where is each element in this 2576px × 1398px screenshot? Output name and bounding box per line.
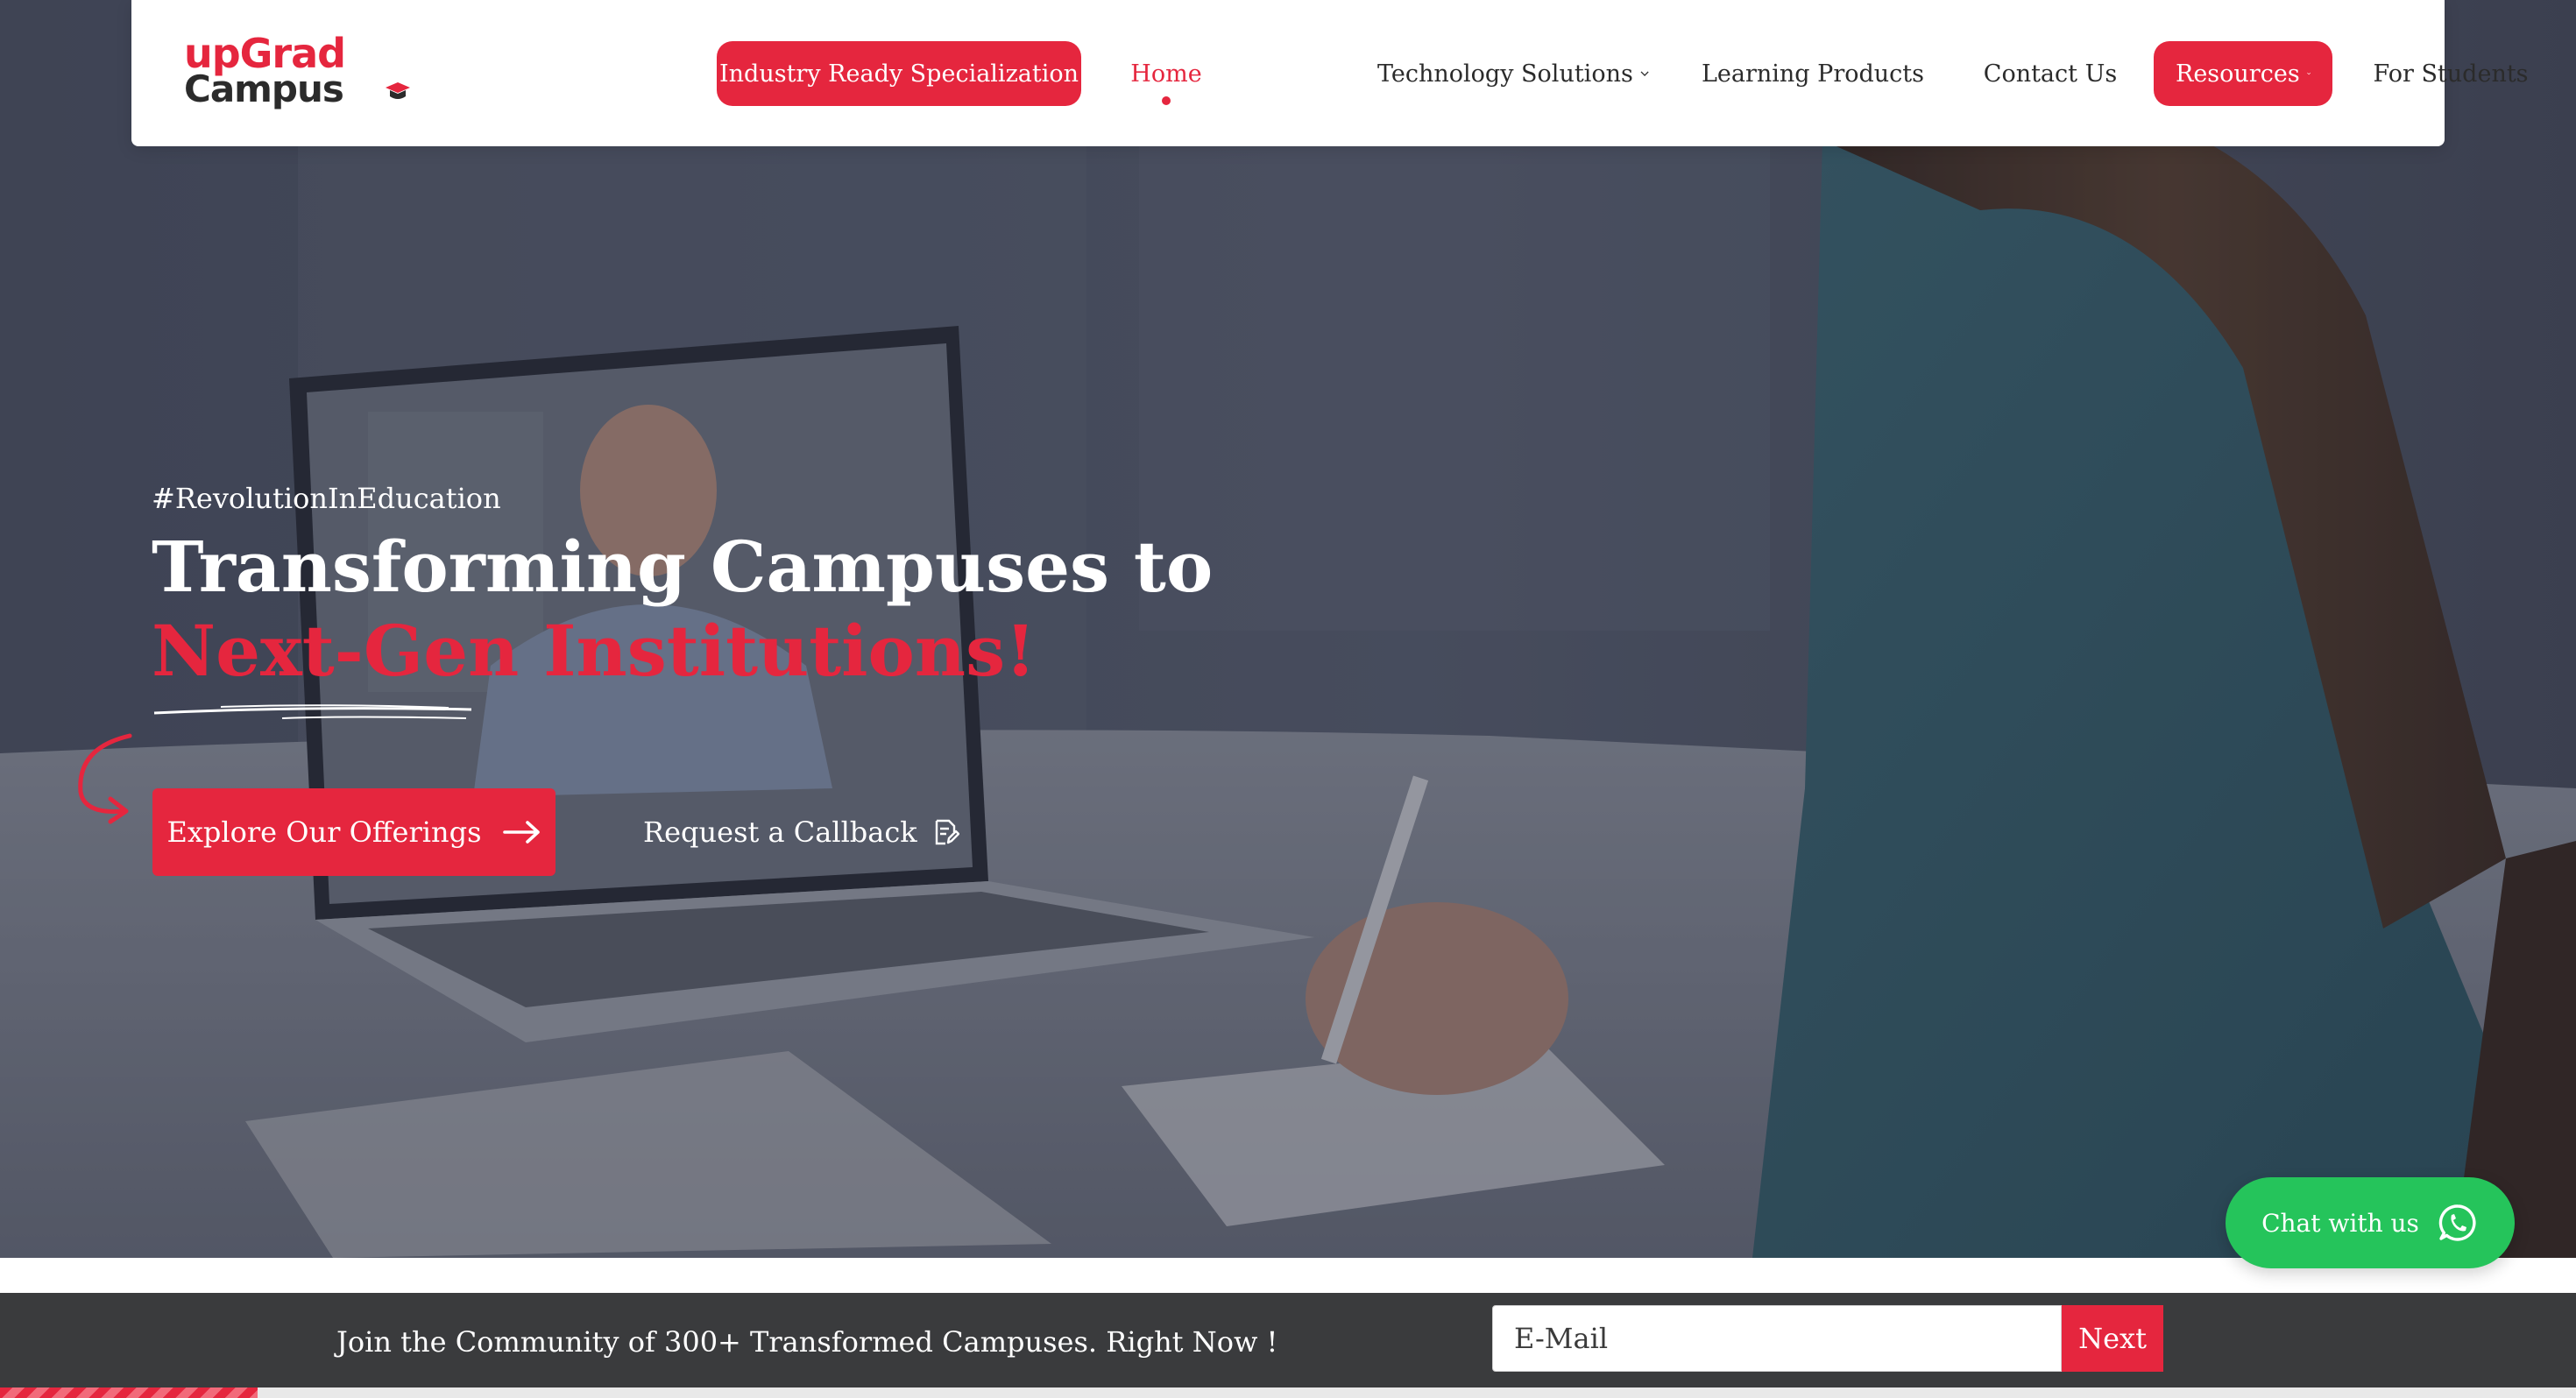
nav-resources[interactable]: Resources [2154,41,2332,106]
button-label: Request a Callback [643,816,917,849]
nav-industry-ready-specialization[interactable]: Industry Ready Specialization [717,41,1081,106]
title-underline-decoration [153,704,472,719]
nav-contact-us[interactable]: Contact Us [1978,42,2122,105]
next-button[interactable]: Next [2062,1305,2163,1372]
explore-offerings-button[interactable]: Explore Our Offerings [152,788,556,876]
request-callback-button[interactable]: Request a Callback [643,806,959,858]
edit-document-icon [935,819,959,845]
site-header: upGrad Campus Industry Ready Specializat… [131,0,2529,146]
main-navigation: Industry Ready Specialization Home Techn… [131,0,2529,146]
nav-label: Learning Products [1701,60,1925,88]
hero-title-line1: Transforming Campuses to [152,526,1214,608]
chat-label: Chat with us [2261,1208,2419,1238]
scroll-progress-track [0,1387,2576,1398]
arrow-right-icon [502,821,540,844]
curved-arrow-decoration [78,733,132,824]
active-indicator-dot [1162,96,1171,105]
nav-label: Technology Solutions [1377,60,1633,88]
community-signup-bar: Join the Community of 300+ Transformed C… [0,1293,2576,1391]
nav-learning-products[interactable]: Learning Products [1702,42,1931,105]
nav-label: For Students [2373,60,2529,88]
hero-hashtag: #RevolutionInEducation [152,482,501,515]
nav-label: Home [1130,60,1202,88]
nav-label: Resources [2176,60,2300,88]
chat-with-us-button[interactable]: Chat with us [2226,1177,2515,1268]
email-input[interactable] [1492,1305,2062,1372]
chevron-down-icon [2306,72,2311,75]
community-message: Join the Community of 300+ Transformed C… [336,1325,1278,1359]
whatsapp-icon [2438,1204,2476,1241]
scroll-progress-indicator [0,1387,258,1398]
nav-technology-solutions[interactable]: Technology Solutions [1377,42,1649,105]
nav-home[interactable]: Home [1122,42,1211,105]
button-label: Explore Our Offerings [166,816,482,849]
hero-title-line2: Next-Gen Institutions! [152,610,1037,692]
nav-label: Industry Ready Specialization [718,60,1079,88]
nav-label: Contact Us [1983,60,2118,88]
chevron-down-icon [1640,71,1649,76]
nav-for-students[interactable]: For Students [2371,42,2530,105]
